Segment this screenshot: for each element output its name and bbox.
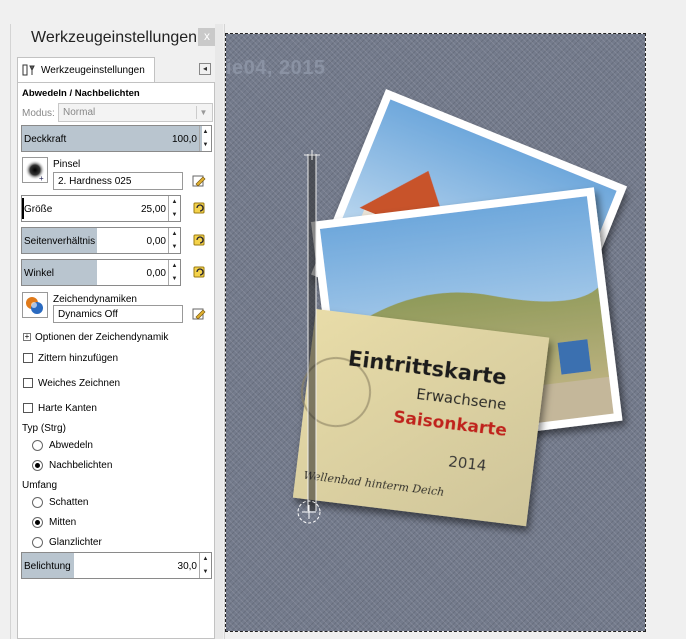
right-panel [647,0,686,639]
size-label: Größe [24,204,53,215]
type-radio-dodge[interactable] [32,440,43,451]
dynamics-label: Zeichendynamiken [53,294,137,305]
smooth-checkbox[interactable] [23,378,33,388]
edit-dynamics-icon[interactable] [192,307,206,321]
aspect-ratio-slider[interactable]: Seitenverhältnis 0,00 ▲ ▼ [21,227,181,254]
exposure-slider[interactable]: Belichtung 30,0 ▲ ▼ [21,552,212,579]
dock-scrollbar[interactable] [215,24,223,639]
type-label: Typ (Strg) [22,423,66,434]
mode-select: Normal ▼ [58,103,213,122]
mode-value: Normal [63,107,96,118]
type-option-dodge: Abwedeln [49,440,93,451]
range-option-highlights: Glanzlichter [49,537,102,548]
tool-options-dock: Werkzeugeinstellungen x Werkzeugeinstell… [10,24,225,639]
dynamics-options-label[interactable]: Optionen der Zeichendynamik [35,332,168,343]
chevron-down-icon: ▼ [196,106,210,119]
tool-options-icon [22,64,35,76]
dynamics-field[interactable]: Dynamics Off [53,305,183,323]
angle-value: 0,00 [146,268,166,279]
brush-thumbnail[interactable]: + [22,157,48,183]
tab-tool-options[interactable]: Werkzeugeinstellungen [17,57,155,82]
edit-brush-icon[interactable] [192,174,206,188]
close-icon[interactable]: x [198,28,216,46]
opacity-stepper[interactable]: ▲ ▼ [199,126,211,151]
size-stepper[interactable]: ▲ ▼ [168,196,180,221]
tool-options-pane: Abwedeln / Nachbelichten Modus: Normal ▼… [17,82,215,639]
range-radio-highlights[interactable] [32,537,43,548]
ticket-image: Eintrittskarte Erwachsene Saisonkarte 20… [292,309,550,527]
angle-slider[interactable]: Winkel 0,00 ▲ ▼ [21,259,181,286]
dynamics-icon [26,297,43,314]
aspect-ratio-label: Seitenverhältnis [24,236,96,247]
brush-label: Pinsel [53,159,81,170]
range-label: Umfang [22,480,58,491]
opacity-label: Deckkraft [24,134,67,145]
exposure-stepper[interactable]: ▲ ▼ [199,553,211,578]
dynamics-thumbnail[interactable] [22,292,48,318]
hard-edges-label: Harte Kanten [38,403,97,414]
tab-label: Werkzeugeinstellungen [41,65,145,76]
reset-aspect-ratio-icon[interactable] [192,233,206,247]
size-value: 25,00 [140,204,166,215]
aspect-ratio-stepper[interactable]: ▲ ▼ [168,228,180,253]
expander-plus-icon[interactable]: + [23,333,31,341]
angle-stepper[interactable]: ▲ ▼ [168,260,180,285]
dock-title: Werkzeugeinstellungen [31,29,198,46]
type-option-burn: Nachbelichten [49,460,113,471]
range-radio-shadows[interactable] [32,497,43,508]
dynamics-value: Dynamics Off [58,309,118,320]
svg-text:+: + [39,174,44,182]
photo-collage: Eintrittskarte Erwachsene Saisonkarte 20… [292,89,628,527]
jitter-checkbox[interactable] [23,353,33,363]
jitter-label: Zittern hinzufügen [38,353,119,364]
opacity-value: 100,0 [171,134,197,145]
reset-angle-icon[interactable] [192,265,206,279]
brush-value: 2. Hardness 025 [58,176,132,187]
aspect-ratio-value: 0,00 [146,236,166,247]
exposure-label: Belichtung [24,561,71,572]
type-radio-burn[interactable] [32,460,43,471]
range-option-midtones: Mitten [49,517,77,528]
brush-field[interactable]: 2. Hardness 025 [53,172,183,190]
range-option-shadows: Schatten [49,497,89,508]
brush-preview-icon: + [25,160,45,183]
size-slider[interactable]: Größe 25,00 ▲ ▼ [21,195,181,222]
tool-name: Abwedeln / Nachbelichten [22,88,140,99]
hard-edges-checkbox[interactable] [23,403,33,413]
image-canvas[interactable]: ie04, 2015 Eintrittskarte Erwachsene Sai… [225,33,646,632]
angle-label: Winkel [24,268,55,279]
reset-size-icon[interactable] [192,201,206,215]
exposure-value: 30,0 [177,561,197,572]
opacity-slider[interactable]: Deckkraft 100,0 ▲ ▼ [21,125,212,152]
range-radio-midtones[interactable] [32,517,43,528]
mode-label: Modus: [22,108,55,119]
tab-menu-icon[interactable]: ◂ [199,63,211,75]
smooth-label: Weiches Zeichnen [38,378,121,389]
